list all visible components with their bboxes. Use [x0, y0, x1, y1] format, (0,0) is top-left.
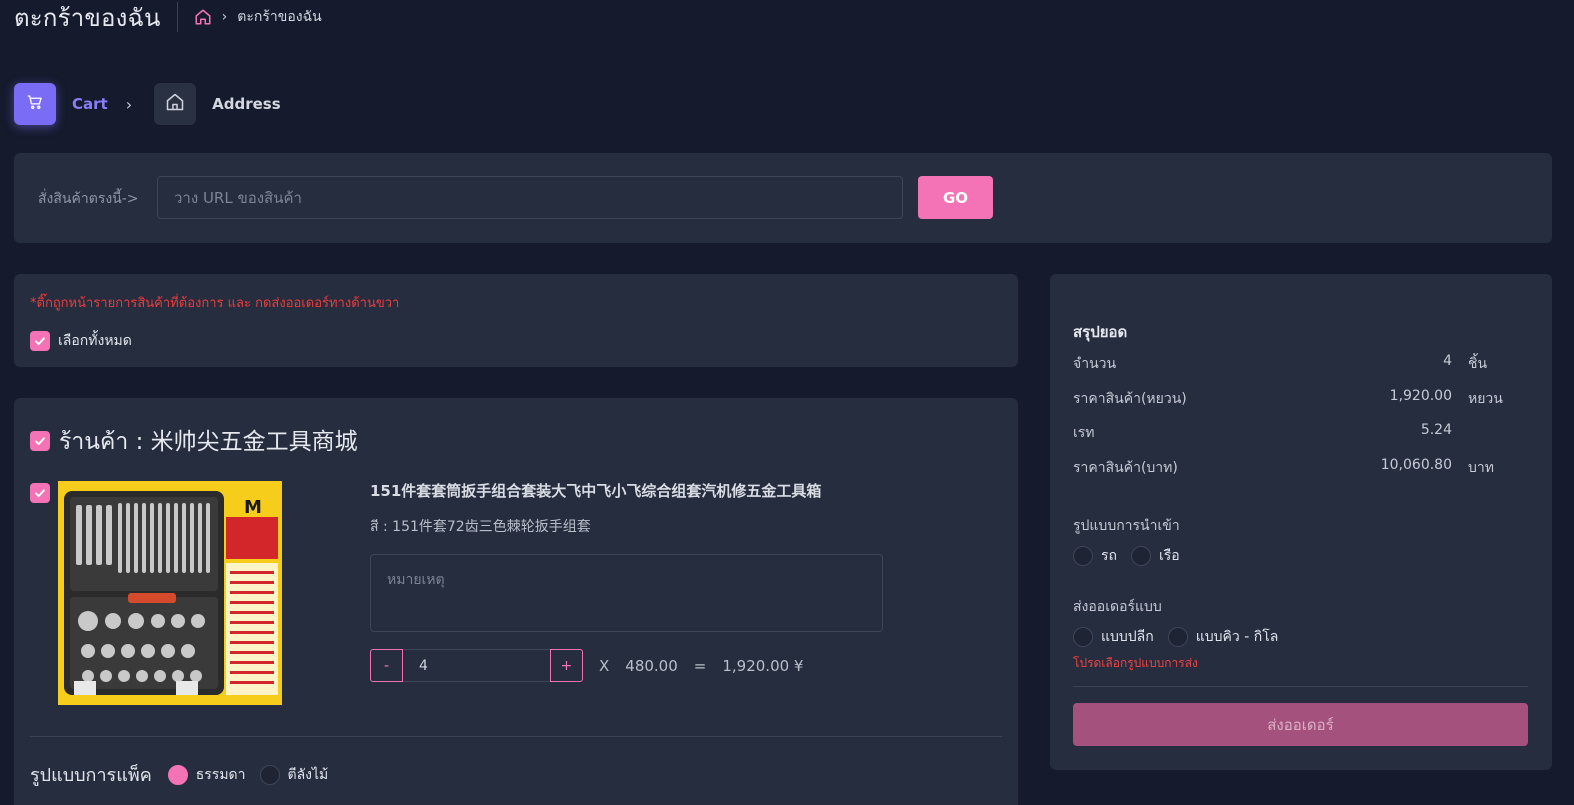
order-summary-card: สรุปยอด จำนวน 4 ชิ้น ราคาสินค้า(หยวน) 1,… — [1050, 274, 1552, 770]
shipping-warning: โปรดเลือกรูปแบบการส่ง — [1073, 656, 1198, 670]
home-icon — [165, 92, 185, 116]
product-url-input[interactable] — [157, 176, 903, 219]
equals-sign: = — [693, 656, 707, 675]
packing-crate-label[interactable]: ตีลังไม้ — [288, 764, 329, 786]
import-ship-label[interactable]: เรือ — [1159, 545, 1180, 567]
item-checkbox[interactable] — [30, 483, 50, 503]
summary-row-price-yuan: ราคาสินค้า(หยวน) 1,920.00 หยวน — [1073, 388, 1528, 408]
summary-value: 4 — [1443, 353, 1452, 369]
selection-card: *ติ๊กถูกหน้ารายการสินค้าที่ต้องการ และ ก… — [14, 274, 1018, 367]
quantity-input[interactable] — [403, 649, 550, 682]
store-name: ร้านค้า : 米帅尖五金工具商城 — [59, 429, 358, 455]
summary-row-quantity: จำนวน 4 ชิ้น — [1073, 353, 1528, 373]
breadcrumb-chevron-icon: › — [221, 9, 228, 25]
summary-value: 10,060.80 — [1380, 457, 1452, 473]
import-method-options: รถ เรือ — [1073, 545, 1194, 567]
packing-crate-radio[interactable] — [259, 764, 280, 785]
quantity-decrease-button[interactable]: - — [370, 649, 403, 682]
go-button[interactable]: GO — [918, 176, 993, 219]
product-variant: สี : 151件套72齿三色棘轮扳手组套 — [370, 519, 591, 535]
summary-label: ราคาสินค้า(หยวน) — [1073, 391, 1187, 407]
summary-label: จำนวน — [1073, 356, 1117, 372]
checkout-stepper: Cart › Address — [14, 83, 281, 125]
packing-label: รูปแบบการแพ็ค — [30, 765, 152, 786]
summary-value: 1,920.00 — [1389, 388, 1452, 404]
summary-row-rate: เรท 5.24 — [1073, 422, 1528, 442]
page-header: ตะกร้าของฉัน › ตะกร้าของฉัน — [14, 0, 322, 34]
step-address-button[interactable] — [154, 83, 197, 125]
shipping-method-label: ส่งออเดอร์แบบ — [1073, 599, 1162, 615]
selection-warning: *ติ๊กถูกหน้ารายการสินค้าที่ต้องการ และ ก… — [30, 296, 400, 311]
page-title: ตะกร้าของฉัน — [14, 3, 161, 32]
summary-divider — [1073, 686, 1528, 687]
summary-title: สรุปยอด — [1073, 323, 1128, 341]
product-title[interactable]: 151件套套筒扳手组合套装大飞中飞小飞综合组套汽机修五金工具箱 — [370, 480, 821, 501]
shipping-method-options: แบบปลีก แบบคิว - กิโล — [1073, 626, 1292, 648]
summary-row-price-baht: ราคาสินค้า(บาท) 10,060.80 บาท — [1073, 457, 1528, 477]
shipping-cbm-kg-label[interactable]: แบบคิว - กิโล — [1196, 626, 1279, 648]
times-sign: X — [599, 656, 610, 675]
select-all-label[interactable]: เลือกทั้งหมด — [58, 330, 132, 352]
summary-unit: บาท — [1468, 460, 1494, 476]
summary-label: เรท — [1073, 425, 1095, 441]
step-cart-label[interactable]: Cart — [72, 95, 108, 113]
url-order-label: สั่งสินค้าตรงนี้-> — [38, 191, 139, 207]
product-image[interactable]: M — [58, 481, 282, 705]
import-ship-radio[interactable] — [1131, 546, 1151, 566]
import-truck-radio[interactable] — [1073, 546, 1093, 566]
note-textarea[interactable] — [370, 554, 883, 632]
step-address-label[interactable]: Address — [212, 95, 281, 113]
select-all-row: เลือกทั้งหมด — [30, 330, 132, 352]
quantity-row: - + X 480.00 = 1,920.00 ¥ — [370, 649, 803, 682]
header-divider — [176, 2, 178, 32]
packing-options: รูปแบบการแพ็ค ธรรมดา ตีลังไม้ — [30, 760, 342, 789]
import-truck-label[interactable]: รถ — [1101, 545, 1117, 567]
quantity-increase-button[interactable]: + — [550, 649, 583, 682]
store-divider — [30, 736, 1002, 737]
svg-text:M: M — [244, 497, 262, 518]
line-total: 1,920.00 ¥ — [722, 656, 804, 675]
summary-label: ราคาสินค้า(บาท) — [1073, 460, 1178, 476]
store-header: ร้านค้า : 米帅尖五金工具商城 — [30, 422, 358, 460]
store-card: ร้านค้า : 米帅尖五金工具商城 M 151件套套筒扳手组合套装大飞中飞小… — [14, 398, 1018, 805]
unit-price: 480.00 — [625, 656, 678, 675]
shipping-retail-label[interactable]: แบบปลีก — [1101, 626, 1154, 648]
breadcrumb-home-icon[interactable] — [194, 8, 212, 26]
shipping-retail-radio[interactable] — [1073, 627, 1093, 647]
cart-page: ตะกร้าของฉัน › ตะกร้าของฉัน Cart › Addre… — [0, 0, 1574, 805]
step-cart-button[interactable] — [14, 83, 56, 125]
summary-unit: ชิ้น — [1468, 356, 1488, 372]
chevron-right-icon: › — [125, 94, 133, 114]
import-method-label: รูปแบบการนำเข้า — [1073, 518, 1180, 534]
breadcrumb-current: ตะกร้าของฉัน — [237, 9, 322, 25]
packing-normal-label[interactable]: ธรรมดา — [196, 764, 246, 786]
select-all-checkbox[interactable] — [30, 331, 50, 351]
summary-value: 5.24 — [1420, 422, 1452, 438]
cart-icon — [26, 93, 44, 115]
submit-order-button[interactable]: ส่งออเดอร์ — [1073, 703, 1528, 746]
url-order-card: สั่งสินค้าตรงนี้-> GO — [14, 153, 1552, 243]
summary-unit: หยวน — [1468, 391, 1503, 407]
shipping-cbm-kg-radio[interactable] — [1167, 627, 1188, 647]
packing-normal-radio[interactable] — [167, 764, 188, 785]
store-checkbox[interactable] — [30, 431, 50, 451]
